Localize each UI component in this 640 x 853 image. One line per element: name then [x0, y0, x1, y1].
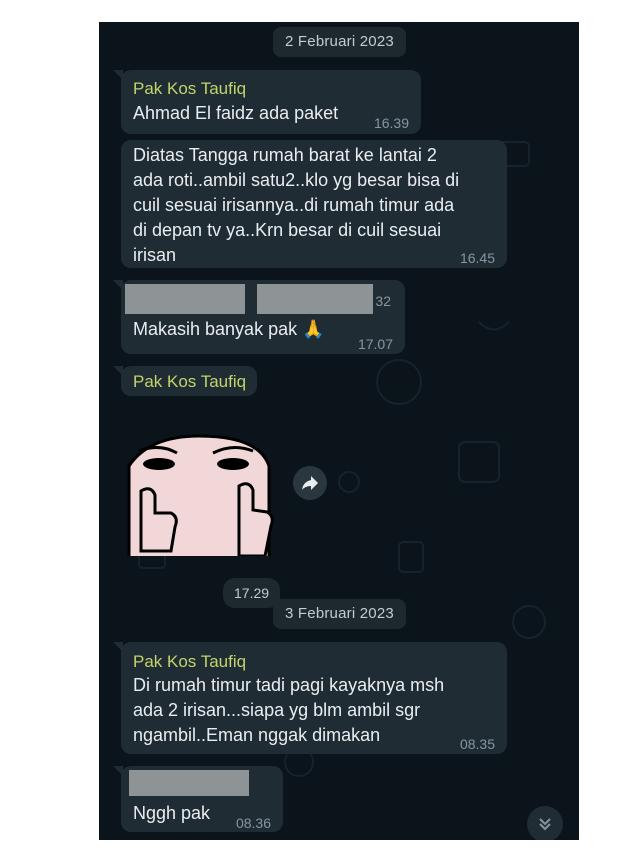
sender-name[interactable]: Pak Kos Taufiq	[133, 649, 246, 674]
message-text: Di rumah timur tadi pagi kayaknya msh ad…	[133, 675, 445, 745]
sticker-image[interactable]	[121, 426, 281, 556]
message-time: 08.36	[235, 815, 271, 831]
message-time: 17.07	[357, 336, 393, 352]
sender-name[interactable]: Pak Kos Taufiq	[133, 369, 246, 394]
message-text: Ahmad El faidz ada paket	[133, 103, 339, 123]
message-bubble-incoming[interactable]: Pak Kos Taufiq Di rumah timur tadi pagi …	[113, 642, 507, 754]
chat-screen: 2 Februari 2023 Pak Kos Taufiq Ahmad El …	[99, 22, 579, 840]
message-bubble-incoming[interactable]: Diatas Tangga rumah barat ke lantai 2 ad…	[121, 140, 507, 268]
message-bubble-incoming[interactable]: Pak Kos Taufiq Ahmad El faidz ada paket …	[113, 70, 421, 134]
message-bubble-incoming[interactable]: 32 Makasih banyak pak 🙏 17.07	[113, 280, 405, 354]
message-time: 08.35	[459, 736, 495, 752]
message-time: 16.45	[459, 250, 495, 266]
sender-bubble[interactable]: Pak Kos Taufiq	[113, 366, 257, 396]
forward-button[interactable]	[293, 466, 327, 500]
quoted-fragment: 32	[375, 293, 391, 309]
message-text: Nggh pak	[133, 803, 211, 823]
sticker-time: 17.29	[223, 578, 281, 608]
date-separator: 2 Februari 2023	[273, 27, 406, 57]
redacted-phone	[257, 284, 373, 314]
forward-icon	[302, 476, 318, 490]
redacted-name	[125, 284, 245, 314]
scroll-to-bottom-button[interactable]	[527, 806, 563, 840]
sender-name[interactable]: Pak Kos Taufiq	[133, 76, 246, 101]
chevron-double-down-icon	[539, 818, 551, 831]
message-bubble-incoming[interactable]: Nggh pak 08.36	[113, 766, 283, 832]
message-text: Diatas Tangga rumah barat ke lantai 2 ad…	[133, 145, 460, 265]
message-text: Makasih banyak pak 🙏	[133, 319, 325, 339]
message-time: 16.39	[373, 115, 409, 131]
date-separator: 3 Februari 2023	[273, 599, 406, 629]
redacted-name	[129, 770, 249, 796]
